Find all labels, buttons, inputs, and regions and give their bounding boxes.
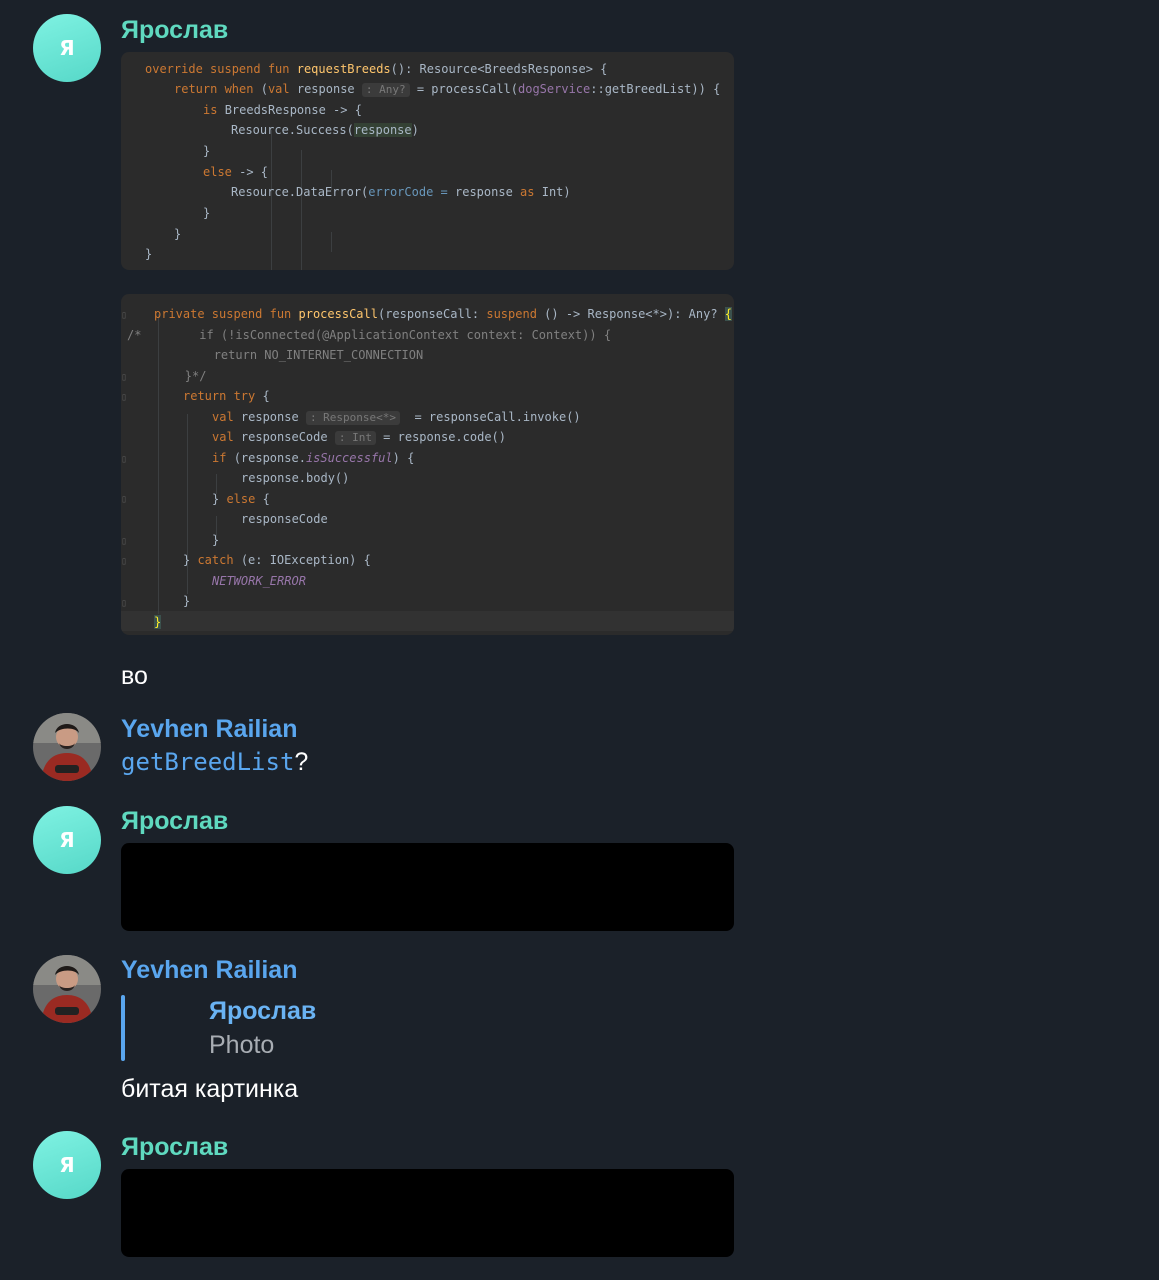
code-line: override suspend fun requestBreeds(): Re… <box>145 62 608 76</box>
code-screenshot-1[interactable]: override suspend fun requestBreeds(): Re… <box>121 52 734 270</box>
sender-name[interactable]: Yevhen Railian <box>121 715 297 744</box>
indent-guide <box>331 232 332 252</box>
sender-name[interactable]: Ярослав <box>121 1133 228 1162</box>
message-text: битая картинка <box>121 1075 299 1103</box>
code-line: } <box>154 615 162 629</box>
fold-marker: ▯ <box>121 494 128 505</box>
code-line: } <box>145 247 153 261</box>
avatar-initial: Я <box>59 36 75 60</box>
indent-guide <box>271 130 272 270</box>
code-line: Resource.Success(response) <box>231 123 419 137</box>
code-line-comment: return NO_INTERNET_CONNECTION <box>127 348 424 362</box>
fold-marker: ▯ <box>121 598 128 609</box>
code-line-comment: }*/ <box>127 369 207 383</box>
avatar-photo-icon <box>33 955 101 1023</box>
avatar-yevhen[interactable] <box>33 713 101 781</box>
avatar-yevhen[interactable] <box>33 955 101 1023</box>
code-line: is BreedsResponse -> { <box>203 103 362 117</box>
reply-bar <box>121 995 125 1061</box>
code-line: response.body() <box>241 471 350 485</box>
code-line: NETWORK_ERROR <box>212 574 306 588</box>
code-line: } <box>212 533 220 547</box>
media-placeholder[interactable] <box>121 843 734 931</box>
avatar-yaroslav[interactable]: Я <box>33 806 101 874</box>
fold-marker: ▯ <box>121 454 128 465</box>
fold-marker: ▯ <box>121 536 128 547</box>
code-line-comment: /* if (!isConnected(@ApplicationContext … <box>127 328 612 342</box>
fold-marker: ▯ <box>121 392 128 403</box>
avatar-yaroslav[interactable]: Я <box>33 1131 101 1199</box>
code-line: responseCode <box>241 512 328 526</box>
reply-quote[interactable]: Ярослав Photo <box>121 995 421 1061</box>
sender-name[interactable]: Ярослав <box>121 807 228 836</box>
code-line: else -> { <box>203 165 269 179</box>
code-line: Resource.DataError(errorCode = response … <box>231 185 571 199</box>
media-placeholder[interactable] <box>121 1169 734 1257</box>
code-line: return when (val response : Any? = proce… <box>174 82 721 97</box>
current-line-highlight <box>121 611 734 631</box>
code-line: return try { <box>183 389 270 403</box>
avatar-photo-icon <box>33 713 101 781</box>
sender-name[interactable]: Ярослав <box>121 16 228 45</box>
inline-code[interactable]: getBreedList <box>121 748 294 776</box>
fold-marker: ▯ <box>121 310 128 321</box>
reply-text: Photo <box>209 1031 275 1059</box>
code-line: val responseCode : Int = response.code() <box>212 430 506 445</box>
code-line: } <box>183 594 191 608</box>
code-line: val response : Response<*> = responseCal… <box>212 410 581 425</box>
avatar-initial: Я <box>59 1153 75 1177</box>
reply-sender: Ярослав <box>209 997 317 1025</box>
code-line: } <box>203 144 211 158</box>
code-line: } else { <box>212 492 270 506</box>
avatar-initial: Я <box>59 828 75 852</box>
chat-history: Я Ярослав override suspend fun requestBr… <box>0 0 1159 1280</box>
fold-marker: ▯ <box>121 556 128 567</box>
code-screenshot-2[interactable]: ▯ ▯ ▯ ▯ ▯ ▯ ▯ ▯ private suspend fun proc… <box>121 294 734 635</box>
code-line: if (response.isSuccessful) { <box>212 451 415 465</box>
code-line: } catch (e: IOException) { <box>183 553 371 567</box>
message-text: getBreedList? <box>121 748 309 776</box>
code-line: private suspend fun processCall(response… <box>154 307 733 321</box>
code-line: } <box>203 206 211 220</box>
sender-name[interactable]: Yevhen Railian <box>121 956 297 985</box>
message-text: во <box>121 662 148 690</box>
indent-guide <box>301 150 302 270</box>
avatar-yaroslav[interactable]: Я <box>33 14 101 82</box>
code-line: } <box>174 227 182 241</box>
